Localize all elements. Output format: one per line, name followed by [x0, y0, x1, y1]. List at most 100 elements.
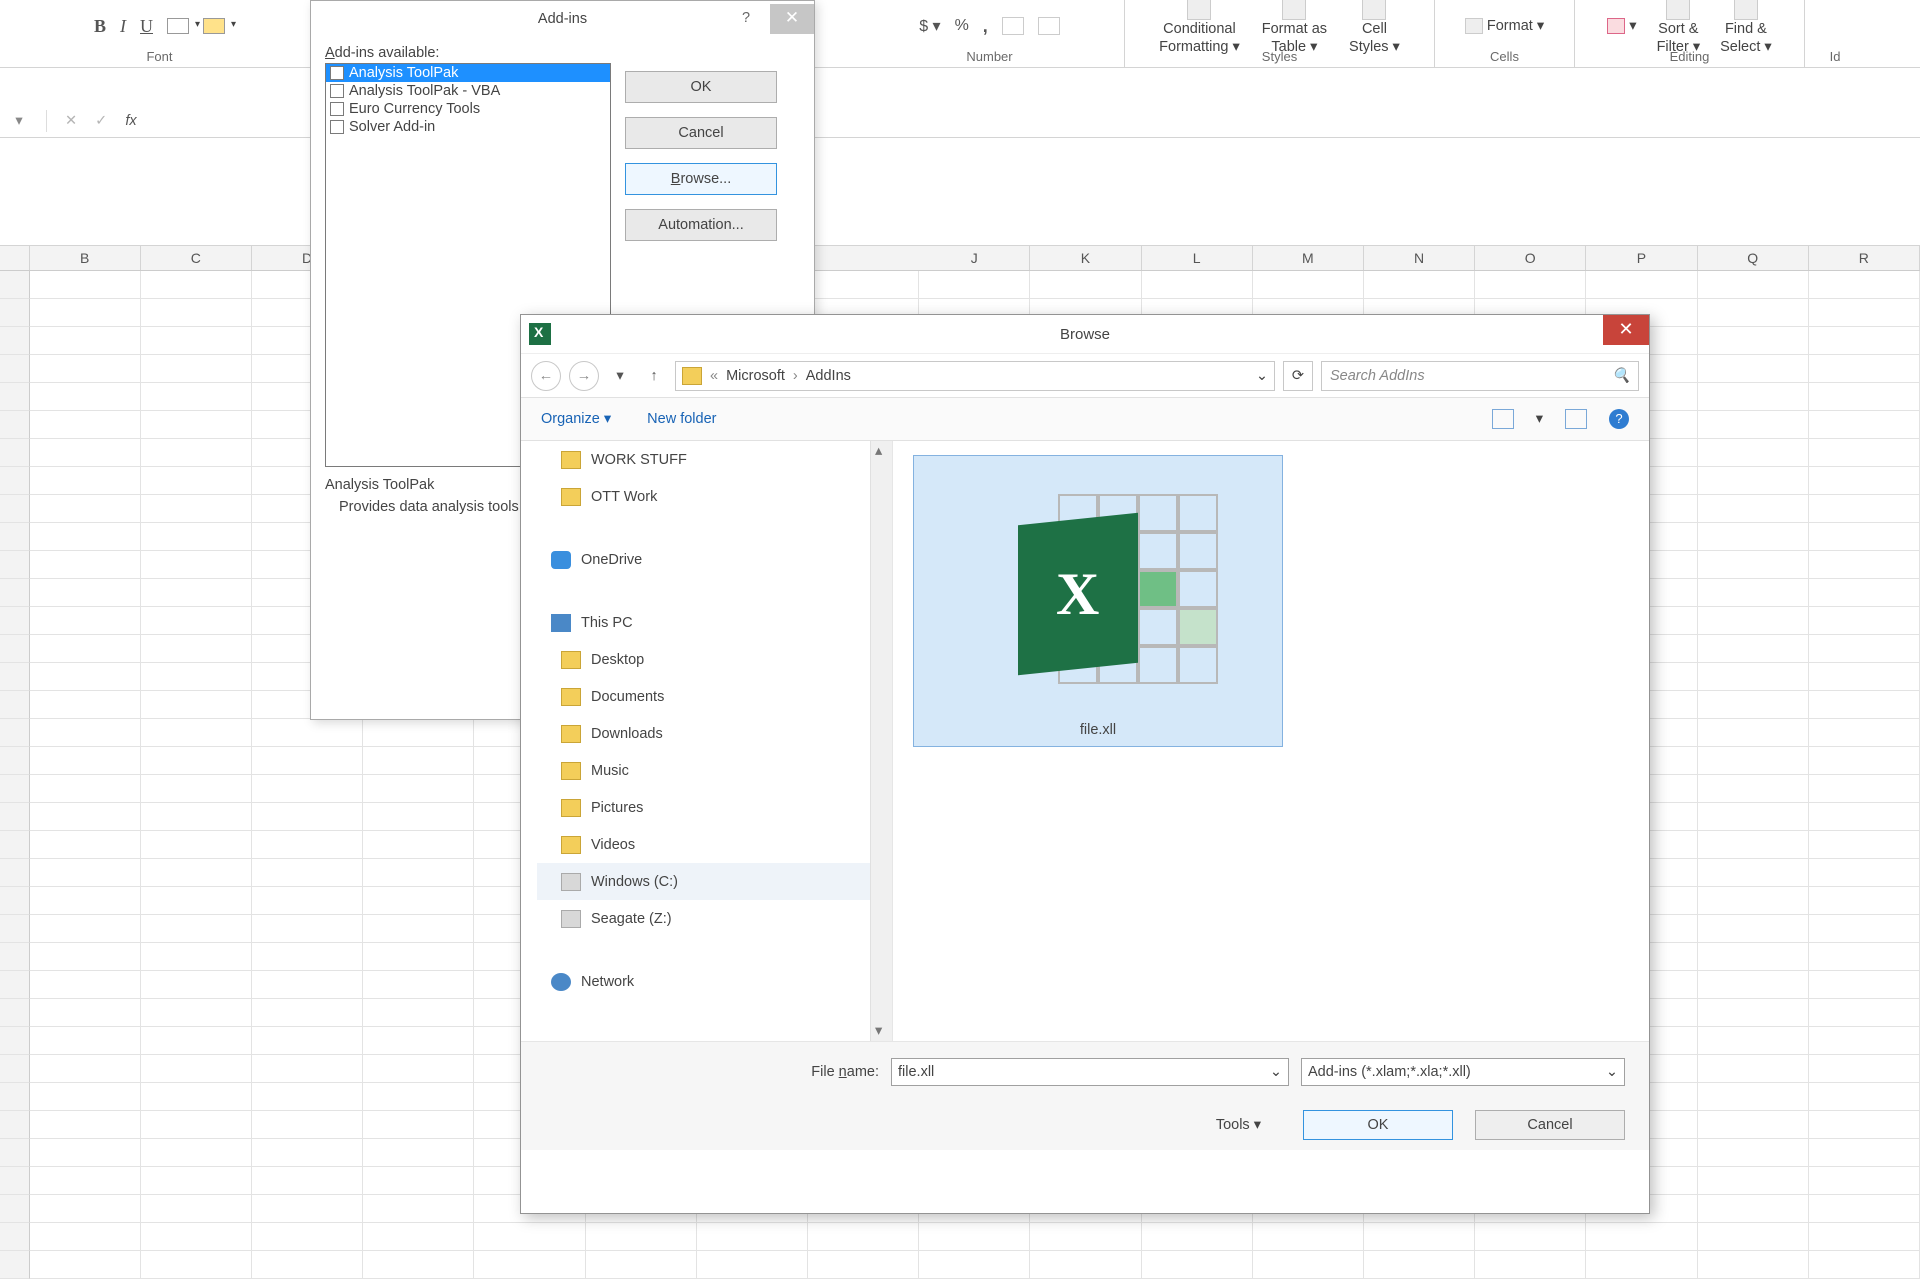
folder-icon: [561, 688, 581, 706]
tree-music[interactable]: Music: [537, 752, 892, 789]
col-l[interactable]: L: [1142, 246, 1253, 270]
fx-icon[interactable]: fx: [125, 113, 136, 129]
addins-ok-button[interactable]: OK: [625, 71, 777, 103]
view-mode-button[interactable]: [1492, 409, 1514, 429]
percent-format-button[interactable]: %: [955, 17, 969, 35]
browse-title: Browse: [1060, 326, 1110, 343]
addins-cancel-button[interactable]: Cancel: [625, 117, 777, 149]
italic-button[interactable]: I: [120, 16, 126, 37]
checkbox-icon[interactable]: [330, 66, 344, 80]
browse-ok-button[interactable]: OK: [1303, 1110, 1453, 1140]
search-input[interactable]: Search AddIns 🔍: [1321, 361, 1639, 391]
tree-windows-c[interactable]: Windows (C:): [537, 863, 892, 900]
col-k[interactable]: K: [1030, 246, 1141, 270]
checkbox-icon[interactable]: [330, 84, 344, 98]
cloud-icon: [551, 551, 571, 569]
addins-help-button[interactable]: ?: [726, 4, 766, 34]
ribbon-number-group: $ ▾ % , Number: [855, 0, 1125, 68]
sort-filter-button[interactable]: Sort &Filter ▾: [1657, 0, 1701, 56]
tree-ott-work[interactable]: OTT Work: [537, 478, 892, 515]
conditional-formatting-button[interactable]: ConditionalFormatting ▾: [1159, 0, 1240, 56]
enter-formula-icon[interactable]: ✓: [95, 113, 107, 129]
col-p[interactable]: P: [1586, 246, 1697, 270]
addins-automation-button[interactable]: AAutomation...: [625, 209, 777, 241]
col-b[interactable]: B: [30, 246, 141, 270]
nav-forward-button[interactable]: →: [569, 361, 599, 391]
tools-dropdown[interactable]: Tools ▾: [1216, 1117, 1261, 1133]
accounting-format-button[interactable]: $ ▾: [919, 16, 940, 36]
col-r[interactable]: R: [1809, 246, 1920, 270]
col-c[interactable]: C: [141, 246, 252, 270]
tree-this-pc[interactable]: This PC: [537, 604, 892, 641]
col-j[interactable]: J: [919, 246, 1030, 270]
new-folder-button[interactable]: New folder: [647, 411, 716, 427]
addins-close-button[interactable]: ✕: [770, 4, 814, 34]
select-all-corner[interactable]: [0, 246, 30, 270]
tree-work-stuff[interactable]: WORK STUFF: [537, 441, 892, 478]
nav-up-button[interactable]: ↑: [641, 363, 667, 389]
chevron-down-icon[interactable]: ▾: [1536, 411, 1543, 427]
tree-pictures[interactable]: Pictures: [537, 789, 892, 826]
cancel-formula-icon[interactable]: ✕: [65, 113, 77, 129]
tree-scrollbar[interactable]: [870, 441, 892, 1041]
border-picker[interactable]: [167, 18, 189, 34]
pc-icon: [551, 614, 571, 632]
tree-network[interactable]: Network: [537, 963, 892, 1000]
tree-desktop[interactable]: Desktop: [537, 641, 892, 678]
preview-pane-button[interactable]: [1565, 409, 1587, 429]
chevron-down-icon[interactable]: ⌄: [1606, 1064, 1618, 1080]
addins-browse-button[interactable]: Browse...: [625, 163, 777, 195]
breadcrumb[interactable]: « Microsoft › AddIns ⌄: [675, 361, 1275, 391]
ribbon: B I U Font $ ▾ % , Number ConditionalFor…: [0, 0, 1920, 68]
breadcrumb-addins[interactable]: AddIns: [806, 368, 851, 384]
increase-decimal-button[interactable]: [1002, 17, 1024, 35]
addins-item-euro-currency[interactable]: Euro Currency Tools: [326, 100, 610, 118]
addins-item-analysis-toolpak[interactable]: Analysis ToolPak: [326, 64, 610, 82]
chevron-down-icon[interactable]: ⌄: [1256, 368, 1268, 384]
nav-back-button[interactable]: ←: [531, 361, 561, 391]
file-item[interactable]: X file.xll: [913, 455, 1283, 747]
underline-button[interactable]: U: [140, 16, 153, 37]
format-button[interactable]: Format ▾: [1465, 18, 1544, 34]
refresh-button[interactable]: ⟳: [1283, 361, 1313, 391]
clear-button[interactable]: ▾: [1607, 18, 1636, 34]
browse-close-button[interactable]: ✕: [1603, 315, 1649, 345]
col-m[interactable]: M: [1253, 246, 1364, 270]
tree-onedrive[interactable]: OneDrive: [537, 541, 892, 578]
help-icon[interactable]: ?: [1609, 409, 1629, 429]
cell-styles-button[interactable]: CellStyles ▾: [1349, 0, 1400, 56]
addins-item-solver[interactable]: Solver Add-in: [326, 118, 610, 136]
browse-cancel-button[interactable]: Cancel: [1475, 1110, 1625, 1140]
styles-group-label: Styles: [1262, 49, 1297, 64]
comma-format-button[interactable]: ,: [983, 16, 988, 37]
col-q[interactable]: Q: [1698, 246, 1809, 270]
organize-button[interactable]: Organize ▾: [541, 411, 611, 427]
decrease-decimal-button[interactable]: [1038, 17, 1060, 35]
breadcrumb-microsoft[interactable]: Microsoft: [726, 368, 785, 384]
fill-color-picker[interactable]: [203, 18, 225, 34]
file-name-label: file.xll: [1080, 722, 1116, 738]
folder-icon: [561, 651, 581, 669]
checkbox-icon[interactable]: [330, 102, 344, 116]
column-headers: B C D J K L M N O P Q R: [0, 245, 1920, 271]
chevron-down-icon[interactable]: ⌄: [1270, 1064, 1282, 1080]
file-type-select[interactable]: Add-ins (*.xlam;*.xla;*.xll)⌄: [1301, 1058, 1625, 1086]
tree-documents[interactable]: Documents: [537, 678, 892, 715]
addins-item-analysis-toolpak-vba[interactable]: Analysis ToolPak - VBA: [326, 82, 610, 100]
file-pane[interactable]: X file.xll: [893, 441, 1649, 1041]
tree-downloads[interactable]: Downloads: [537, 715, 892, 752]
name-box-dropdown[interactable]: ▾: [10, 113, 28, 129]
file-name-input[interactable]: file.xll⌄: [891, 1058, 1289, 1086]
network-icon: [551, 973, 571, 991]
nav-history-dropdown[interactable]: ▾: [607, 363, 633, 389]
tree-videos[interactable]: Videos: [537, 826, 892, 863]
tree-seagate-z[interactable]: Seagate (Z:): [537, 900, 892, 937]
bold-button[interactable]: B: [94, 16, 106, 37]
find-select-button[interactable]: Find &Select ▾: [1720, 0, 1772, 56]
col-o[interactable]: O: [1475, 246, 1586, 270]
format-as-table-button[interactable]: Format asTable ▾: [1262, 0, 1327, 56]
folder-tree[interactable]: WORK STUFF OTT Work OneDrive This PC Des…: [521, 441, 893, 1041]
browse-toolbar: Organize ▾ New folder ▾ ?: [521, 397, 1649, 441]
col-n[interactable]: N: [1364, 246, 1475, 270]
checkbox-icon[interactable]: [330, 120, 344, 134]
